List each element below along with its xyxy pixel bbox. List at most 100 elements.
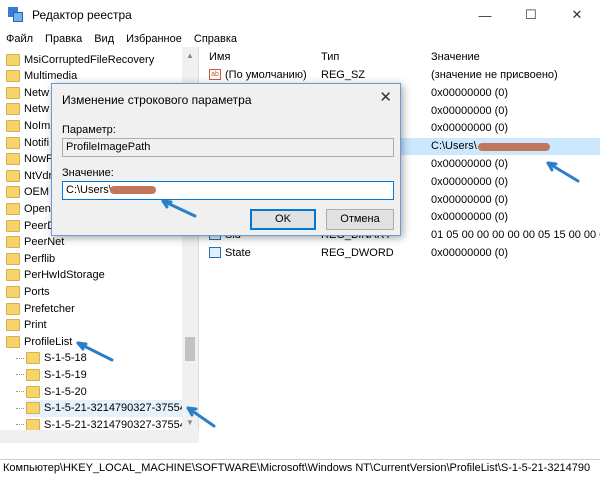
tree-item-label: S-1-5-19 <box>44 368 87 381</box>
tree-item[interactable]: NtVdr <box>6 167 52 184</box>
value-row[interactable]: ab (По умолчанию) REG_SZ (значение не присв… <box>201 67 600 84</box>
tree-item-label: MsiCorruptedFileRecovery <box>24 53 155 66</box>
menu-help[interactable]: Справка <box>188 33 243 45</box>
folder-icon <box>6 103 20 116</box>
tree-item[interactable]: S-1-5-20 <box>16 383 87 400</box>
value-data: 0x00000000 (0) <box>431 247 509 259</box>
title-bar: Редактор реестра — ☐ ✕ <box>0 0 600 30</box>
tree-item-label: Prefetcher <box>24 302 75 315</box>
tree-item-label: Open <box>24 202 51 215</box>
tree-item[interactable]: MsiCorruptedFileRecovery <box>6 51 154 68</box>
tree-item-label: S-1-5-21-3214790327-375541 <box>44 402 193 415</box>
folder-icon <box>6 169 20 182</box>
redaction-mark <box>110 186 156 194</box>
value-name: (По умолчанию) <box>225 69 307 81</box>
tree-item-label: Netw <box>24 103 50 116</box>
tree-item-label: OEM <box>24 186 50 199</box>
tree-item-label: S-1-5-21-3214790327-375541 <box>44 418 193 431</box>
tree-item-label: PerHwIdStorage <box>24 269 105 282</box>
value-data-text: C:\Users\ <box>66 184 112 196</box>
folder-icon <box>26 352 40 365</box>
tree-horizontal-scrollbar[interactable] <box>0 430 199 443</box>
value-data-field[interactable]: C:\Users\ <box>62 181 394 200</box>
tree-item[interactable]: NowP <box>6 151 53 168</box>
value-row[interactable]: State REG_DWORD 0x00000000 (0) <box>201 245 600 262</box>
tree-item-label: Netw <box>24 86 50 99</box>
tree-item[interactable]: Ports <box>6 283 50 300</box>
minimize-button[interactable]: — <box>462 0 508 30</box>
tree-item-label: Notifi <box>24 136 50 149</box>
maximize-button[interactable]: ☐ <box>508 0 554 30</box>
tree-item[interactable]: Notifi <box>6 134 49 151</box>
folder-icon <box>6 236 20 249</box>
dialog-close-icon[interactable]: ✕ <box>379 88 392 106</box>
tree-item-label: NoIm <box>24 119 51 132</box>
folder-icon <box>6 219 20 232</box>
value-data: 0x00000000 (0) <box>431 175 509 188</box>
menu-file[interactable]: Файл <box>0 33 39 45</box>
tree-item-label: S-1-5-20 <box>44 385 87 398</box>
column-name[interactable]: Имя <box>209 51 230 63</box>
folder-icon <box>6 86 20 99</box>
tree-connector <box>16 407 24 409</box>
tree-item[interactable]: Open <box>6 200 51 217</box>
tree-item-label: Ports <box>24 285 50 298</box>
folder-icon <box>6 136 20 149</box>
folder-icon <box>6 319 20 332</box>
menu-edit[interactable]: Правка <box>39 33 88 45</box>
menu-view[interactable]: Вид <box>88 33 120 45</box>
redaction-mark <box>478 143 550 152</box>
tree-item-label: PeerNet <box>24 236 65 249</box>
folder-icon <box>6 119 20 132</box>
folder-icon <box>6 285 20 298</box>
tree-item[interactable]: PerHwIdStorage <box>6 267 105 284</box>
tree-item-label: Multimedia <box>24 70 78 83</box>
binary-value-icon <box>209 247 221 258</box>
value-data: 0x00000000 (0) <box>431 158 509 170</box>
tree-item[interactable]: Prefetcher <box>6 300 75 317</box>
values-header: Имя Тип Значение <box>201 47 600 65</box>
scroll-down-icon[interactable]: ▼ <box>182 414 198 430</box>
value-data: 0x00000000 (0) <box>431 104 509 117</box>
column-type[interactable]: Тип <box>321 51 339 63</box>
tree-item[interactable]: ProfileList <box>6 333 72 350</box>
value-data: (значение не присвоено) <box>431 69 558 81</box>
tree-item[interactable]: S-1-5-19 <box>16 366 87 383</box>
folder-icon <box>6 252 20 265</box>
tree-item[interactable]: Netw <box>6 84 49 101</box>
tree-item[interactable]: NoIm <box>6 117 50 134</box>
tree-item[interactable]: Netw <box>6 101 49 118</box>
column-value[interactable]: Значение <box>431 51 480 63</box>
value-data: 0x00000000 (0) <box>431 86 509 99</box>
folder-icon <box>26 402 40 415</box>
scroll-up-icon[interactable]: ▲ <box>182 47 198 63</box>
menu-favorites[interactable]: Избранное <box>120 33 188 45</box>
tree-item-label: Perflib <box>24 252 56 265</box>
tree-item[interactable]: Print <box>6 317 47 334</box>
tree-item[interactable]: Perflib <box>6 250 55 267</box>
tree-item[interactable]: S-1-5-21-3214790327-375541 <box>16 399 193 417</box>
menu-bar: Файл Правка Вид Избранное Справка <box>0 30 600 47</box>
scroll-thumb[interactable] <box>185 337 195 361</box>
folder-icon <box>26 368 40 381</box>
tree-item-label: NowP <box>24 153 54 166</box>
folder-icon <box>6 302 20 315</box>
ok-button[interactable]: OK <box>250 209 316 230</box>
tree-item[interactable]: PeerNet <box>6 234 64 251</box>
tree-item-label: ProfileList <box>24 335 73 348</box>
param-name-field[interactable]: ProfileImagePath <box>62 138 394 157</box>
cancel-button[interactable]: Отмена <box>326 209 394 230</box>
value-data: 0x00000000 (0) <box>431 211 509 224</box>
value-label: Значение: <box>62 167 114 179</box>
tree-item[interactable]: S-1-5-18 <box>16 350 87 367</box>
value-type: REG_SZ <box>321 69 366 81</box>
tree-item[interactable]: PeerD <box>6 217 55 234</box>
folder-icon <box>26 385 40 398</box>
tree-item[interactable]: OEM <box>6 184 49 201</box>
close-button[interactable]: ✕ <box>554 0 600 30</box>
value-data: 0x00000000 (0) <box>431 193 509 206</box>
folder-icon <box>6 53 20 66</box>
folder-icon <box>26 418 40 431</box>
folder-icon <box>6 186 20 199</box>
tree-item-label: S-1-5-18 <box>44 352 87 365</box>
